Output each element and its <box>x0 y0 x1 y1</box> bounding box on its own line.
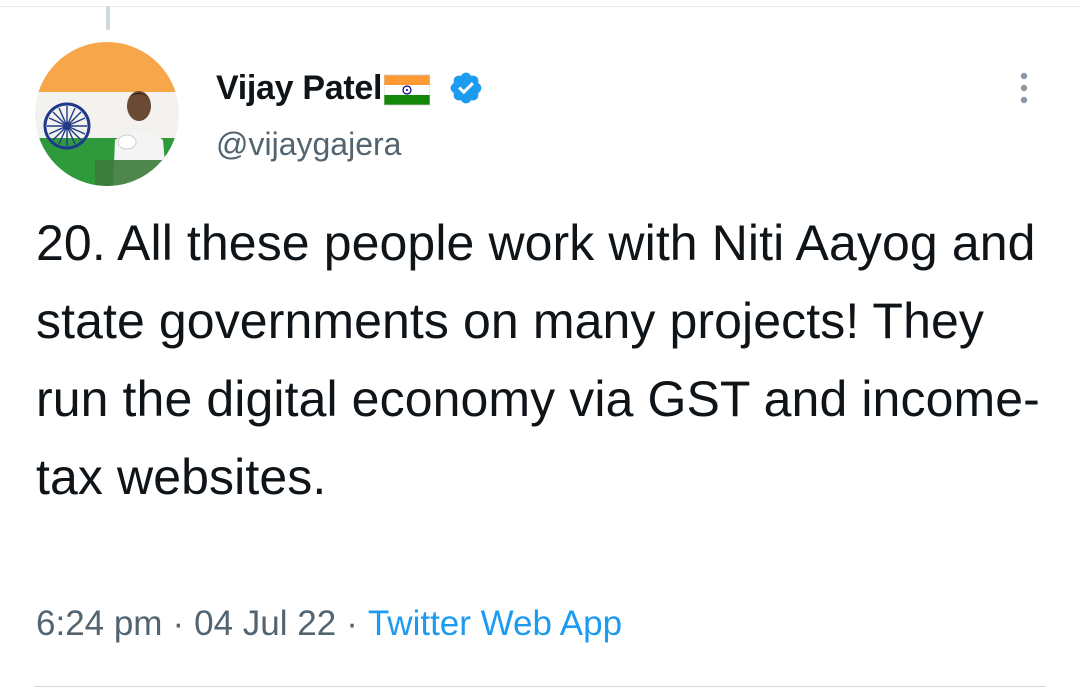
more-options-icon[interactable] <box>1010 68 1038 108</box>
avatar[interactable] <box>35 42 179 186</box>
tweet-source-link[interactable]: Twitter Web App <box>368 604 622 643</box>
india-flag-icon <box>383 74 431 106</box>
bottom-divider <box>34 686 1046 687</box>
tweet-time[interactable]: 6:24 pm <box>36 604 162 643</box>
meta-separator: · <box>172 604 185 643</box>
author-name-row: Vijay Patel <box>216 64 484 112</box>
author-handle[interactable]: @vijaygajera <box>216 126 401 163</box>
author-display-name[interactable]: Vijay Patel <box>216 69 382 108</box>
meta-separator: · <box>346 604 358 643</box>
top-divider <box>0 6 1080 7</box>
tweet-text: 20. All these people work with Niti Aayo… <box>36 215 1040 505</box>
tweet-metadata: 6:24 pm · 04 Jul 22 · Twitter Web App <box>36 604 622 644</box>
thread-connector-line <box>106 6 110 30</box>
verified-badge-icon <box>448 70 484 106</box>
tweet-date[interactable]: 04 Jul 22 <box>194 604 336 643</box>
